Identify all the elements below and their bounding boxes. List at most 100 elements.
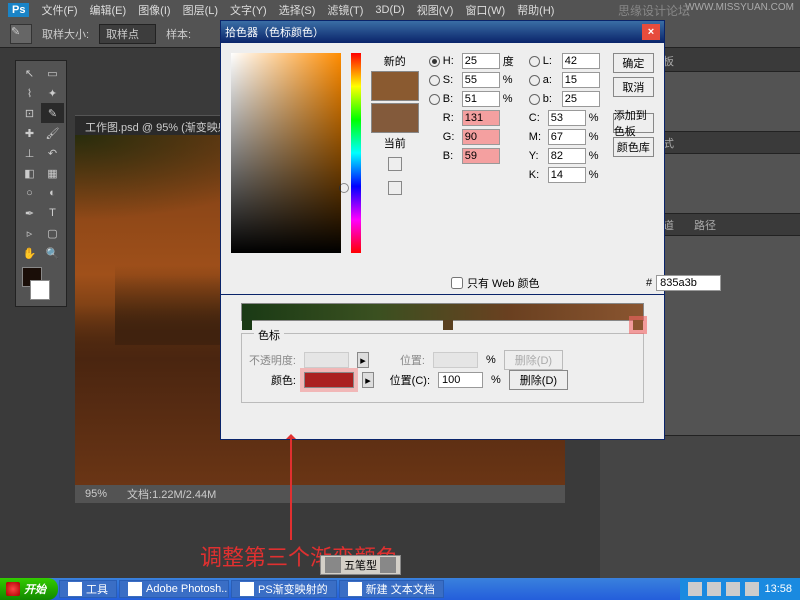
- radio-a[interactable]: [529, 75, 540, 86]
- marquee-tool[interactable]: ▭: [41, 63, 64, 83]
- shape-tool[interactable]: ▢: [41, 223, 64, 243]
- menu-3d[interactable]: 3D(D): [375, 4, 404, 16]
- input-y[interactable]: [548, 148, 586, 164]
- cube-icon[interactable]: [388, 157, 402, 171]
- lasso-tool[interactable]: ⌇: [18, 83, 41, 103]
- eraser-tool[interactable]: ◧: [18, 163, 41, 183]
- input-h[interactable]: [462, 53, 500, 69]
- gradient-tool[interactable]: ▦: [41, 163, 64, 183]
- input-bb2[interactable]: [562, 91, 600, 107]
- gradient-bar[interactable]: [241, 303, 644, 321]
- crop-tool[interactable]: ⊡: [18, 103, 41, 123]
- color-dropdown-icon[interactable]: ▸: [362, 372, 374, 388]
- task-item[interactable]: Adobe Photosh...: [119, 580, 229, 598]
- eyedropper-tool[interactable]: ✎: [41, 103, 64, 123]
- stops-section-label: 色标: [254, 327, 284, 343]
- location-label: 位置:: [377, 352, 425, 368]
- clock[interactable]: 13:58: [764, 583, 792, 595]
- picker-titlebar[interactable]: 拾色器（色标颜色） ×: [221, 21, 664, 43]
- input-g[interactable]: [462, 129, 500, 145]
- history-tool[interactable]: ↶: [41, 143, 64, 163]
- input-k[interactable]: [548, 167, 586, 183]
- gradient-stop-3[interactable]: [633, 320, 643, 330]
- color-field[interactable]: [231, 53, 341, 253]
- move-tool[interactable]: ↖: [18, 63, 41, 83]
- zoom-tool[interactable]: 🔍: [41, 243, 64, 263]
- radio-h[interactable]: [429, 56, 440, 67]
- tray-icon[interactable]: [726, 582, 740, 596]
- cancel-button[interactable]: 取消: [613, 77, 654, 97]
- ok-button[interactable]: 确定: [613, 53, 654, 73]
- notepad-icon: [348, 582, 362, 596]
- color-lib-button[interactable]: 颜色库: [613, 137, 654, 157]
- menu-image[interactable]: 图像(I): [138, 2, 170, 18]
- ime-btn-icon[interactable]: [380, 557, 396, 573]
- menu-type[interactable]: 文字(Y): [230, 2, 267, 18]
- doc-info: 文档:1.22M/2.44M: [127, 486, 216, 502]
- menu-edit[interactable]: 编辑(E): [90, 2, 127, 18]
- close-icon[interactable]: ×: [642, 24, 660, 40]
- location-input: [433, 352, 478, 368]
- menu-select[interactable]: 选择(S): [279, 2, 316, 18]
- hue-slider[interactable]: [351, 53, 361, 253]
- tab-paths[interactable]: 路径: [684, 214, 726, 236]
- new-label: 新的: [384, 53, 406, 69]
- input-r[interactable]: [462, 110, 500, 126]
- menu-layer[interactable]: 图层(L): [183, 2, 218, 18]
- current-label: 当前: [384, 135, 406, 151]
- ime-toolbar[interactable]: 五笔型: [320, 555, 401, 575]
- task-item[interactable]: PS渐变映射的: [231, 580, 337, 598]
- task-item[interactable]: 工具: [59, 580, 117, 598]
- menu-view[interactable]: 视图(V): [417, 2, 454, 18]
- pen-tool[interactable]: ✒: [18, 203, 41, 223]
- tray-icon[interactable]: [745, 582, 759, 596]
- system-tray[interactable]: 13:58: [680, 578, 800, 600]
- input-bb[interactable]: [462, 148, 500, 164]
- menu-help[interactable]: 帮助(H): [517, 2, 554, 18]
- heal-tool[interactable]: ✚: [18, 123, 41, 143]
- start-button[interactable]: 开始: [0, 578, 58, 600]
- input-c[interactable]: [548, 110, 586, 126]
- wand-tool[interactable]: ✦: [41, 83, 64, 103]
- brush-tool[interactable]: 🖌: [41, 123, 64, 143]
- input-l[interactable]: [562, 53, 600, 69]
- radio-b[interactable]: [429, 94, 440, 105]
- blur-tool[interactable]: ○: [18, 183, 41, 203]
- dodge-tool[interactable]: ◐: [41, 183, 64, 203]
- menu-filter[interactable]: 滤镜(T): [327, 2, 363, 18]
- delete-opacity-button: 删除(D): [504, 350, 563, 370]
- menu-file[interactable]: 文件(F): [41, 2, 77, 18]
- color-swatch[interactable]: [304, 372, 354, 388]
- radio-bb[interactable]: [529, 94, 540, 105]
- input-m[interactable]: [548, 129, 586, 145]
- path-tool[interactable]: ▹: [18, 223, 41, 243]
- delete-color-button[interactable]: 删除(D): [509, 370, 568, 390]
- location2-input[interactable]: [438, 372, 483, 388]
- input-bv[interactable]: [462, 91, 500, 107]
- background-color[interactable]: [30, 280, 50, 300]
- opacity-label: 不透明度:: [248, 352, 296, 368]
- gradient-stop-1[interactable]: [242, 320, 252, 330]
- webonly-checkbox[interactable]: 只有 Web 颜色: [451, 275, 540, 291]
- radio-l[interactable]: [529, 56, 540, 67]
- websafe-icon[interactable]: [388, 181, 402, 195]
- sample-size-dropdown[interactable]: 取样点: [99, 24, 156, 44]
- zoom-level[interactable]: 95%: [85, 488, 107, 500]
- hex-input[interactable]: [656, 275, 721, 291]
- current-color-preview[interactable]: [371, 103, 419, 133]
- watermark-forum: 思缘设计论坛: [618, 2, 690, 19]
- task-item[interactable]: 新建 文本文档: [339, 580, 444, 598]
- gradient-stop-2[interactable]: [443, 320, 453, 330]
- stamp-tool[interactable]: ⊥: [18, 143, 41, 163]
- tray-icon[interactable]: [688, 582, 702, 596]
- ime-icon[interactable]: [325, 557, 341, 573]
- input-a[interactable]: [562, 72, 600, 88]
- type-tool[interactable]: T: [41, 203, 64, 223]
- menu-window[interactable]: 窗口(W): [465, 2, 505, 18]
- radio-s[interactable]: [429, 75, 440, 86]
- eyedropper-icon[interactable]: ✎: [10, 24, 32, 44]
- hand-tool[interactable]: ✋: [18, 243, 41, 263]
- tray-icon[interactable]: [707, 582, 721, 596]
- add-swatch-button[interactable]: 添加到色板: [613, 113, 654, 133]
- input-s[interactable]: [462, 72, 500, 88]
